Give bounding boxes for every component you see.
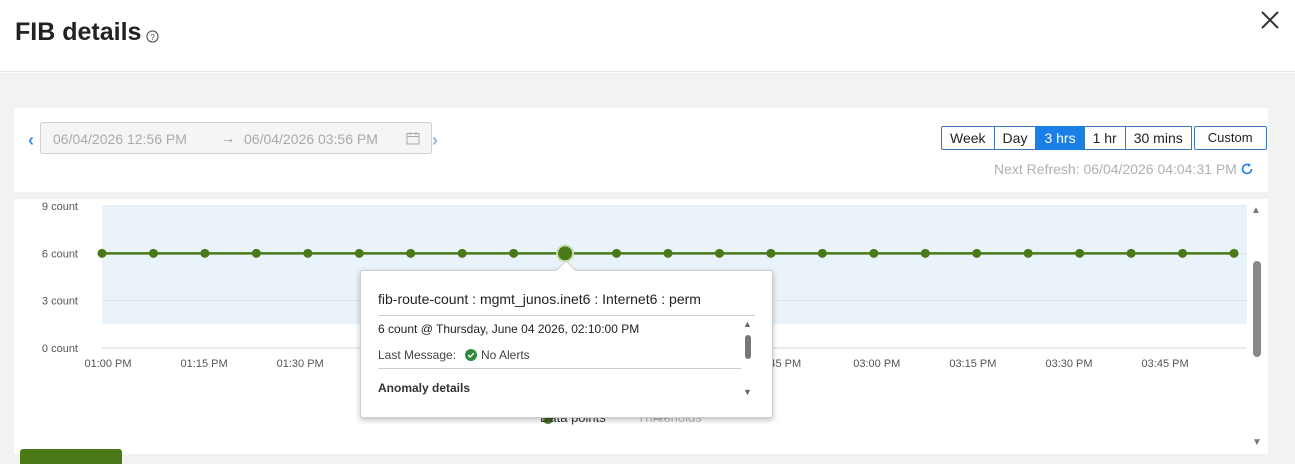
anomaly-details-link[interactable]: Anomaly details [378, 381, 470, 395]
divider [378, 368, 741, 369]
data-point [972, 248, 982, 258]
y-tick-label: 9 count [42, 201, 78, 213]
next-refresh-text: Next Refresh: 06/04/2026 04:04:31 PM [994, 161, 1237, 177]
scroll-thumb[interactable] [1253, 261, 1261, 357]
data-point [148, 248, 158, 258]
arrow-right-icon: → [221, 130, 235, 146]
y-tick-label: 6 count [42, 248, 78, 260]
data-point [817, 248, 827, 258]
data-point [406, 248, 416, 258]
data-point [97, 248, 107, 258]
data-point [869, 248, 879, 258]
tooltip-scroll-thumb[interactable] [745, 335, 751, 359]
range-1hr-button[interactable]: 1 hr [1083, 126, 1126, 150]
chart-scrollbar[interactable]: ▲ ▼ [1251, 205, 1263, 452]
range-3hrs-button[interactable]: 3 hrs [1035, 126, 1085, 150]
tooltip-scroll-down-icon[interactable]: ▼ [743, 387, 752, 397]
data-point-tooltip: fib-route-count : mgmt_junos.inet6 : Int… [360, 260, 773, 418]
y-tick-label: 3 count [42, 296, 78, 308]
x-tick-label: 03:45 PM [1142, 358, 1189, 370]
data-point [200, 248, 210, 258]
data-point [1126, 248, 1136, 258]
data-point [1178, 248, 1188, 258]
y-tick-label: 0 count [42, 343, 78, 355]
divider [378, 315, 755, 316]
calendar-icon[interactable] [406, 131, 420, 145]
highlighted-data-point [556, 244, 575, 263]
data-point [920, 248, 930, 258]
tooltip-scroll-up-icon[interactable]: ▲ [743, 319, 752, 329]
x-tick-label: 03:30 PM [1045, 358, 1092, 370]
chevron-right-icon[interactable]: › [432, 130, 438, 151]
tooltip-message-value: No Alerts [481, 348, 530, 362]
tooltip-message-label: Last Message: [378, 348, 457, 362]
data-point [251, 248, 261, 258]
data-point [1229, 248, 1239, 258]
data-point [509, 248, 519, 258]
close-icon[interactable] [1259, 9, 1281, 31]
range-30mins-button[interactable]: 30 mins [1124, 126, 1192, 150]
data-point [1075, 248, 1085, 258]
question-circle-icon[interactable]: ? [146, 30, 159, 43]
modal-header: FIB details ? [0, 0, 1295, 72]
chevron-left-icon[interactable]: ‹ [28, 130, 34, 151]
data-point [612, 248, 622, 258]
tooltip-count-line: 6 count @ Thursday, June 04 2026, 02:10:… [378, 322, 640, 336]
check-circle-icon [465, 349, 477, 361]
x-tick-label: 03:15 PM [949, 358, 996, 370]
data-point [663, 248, 673, 258]
x-tick-label: 03:00 PM [853, 358, 900, 370]
scroll-up-icon[interactable]: ▲ [1251, 205, 1261, 216]
action-button[interactable] [20, 449, 122, 464]
svg-text:?: ? [150, 32, 155, 42]
range-custom-button[interactable]: Custom [1193, 126, 1267, 150]
data-point [457, 248, 467, 258]
refresh-icon[interactable] [1240, 162, 1254, 176]
data-point [354, 248, 364, 258]
page-title: FIB details [15, 18, 142, 46]
x-tick-label: 01:15 PM [181, 358, 228, 370]
range-week-button[interactable]: Week [941, 126, 995, 150]
time-range-selector: Week Day 3 hrs 1 hr 30 mins Custom [941, 126, 1267, 150]
data-point [766, 248, 776, 258]
range-day-button[interactable]: Day [993, 126, 1037, 150]
data-point [303, 248, 313, 258]
data-point [1023, 248, 1033, 258]
scroll-down-icon[interactable]: ▼ [1252, 437, 1262, 448]
date-end-input[interactable]: 06/04/2026 03:56 PM [244, 131, 378, 147]
date-range-picker[interactable]: 06/04/2026 12:56 PM → 06/04/2026 03:56 P… [40, 122, 432, 154]
x-tick-label: 01:00 PM [84, 358, 131, 370]
tooltip-title: fib-route-count : mgmt_junos.inet6 : Int… [378, 291, 701, 307]
date-start-input[interactable]: 06/04/2026 12:56 PM [53, 131, 187, 147]
x-tick-label: 01:30 PM [277, 358, 324, 370]
data-point [714, 248, 724, 258]
